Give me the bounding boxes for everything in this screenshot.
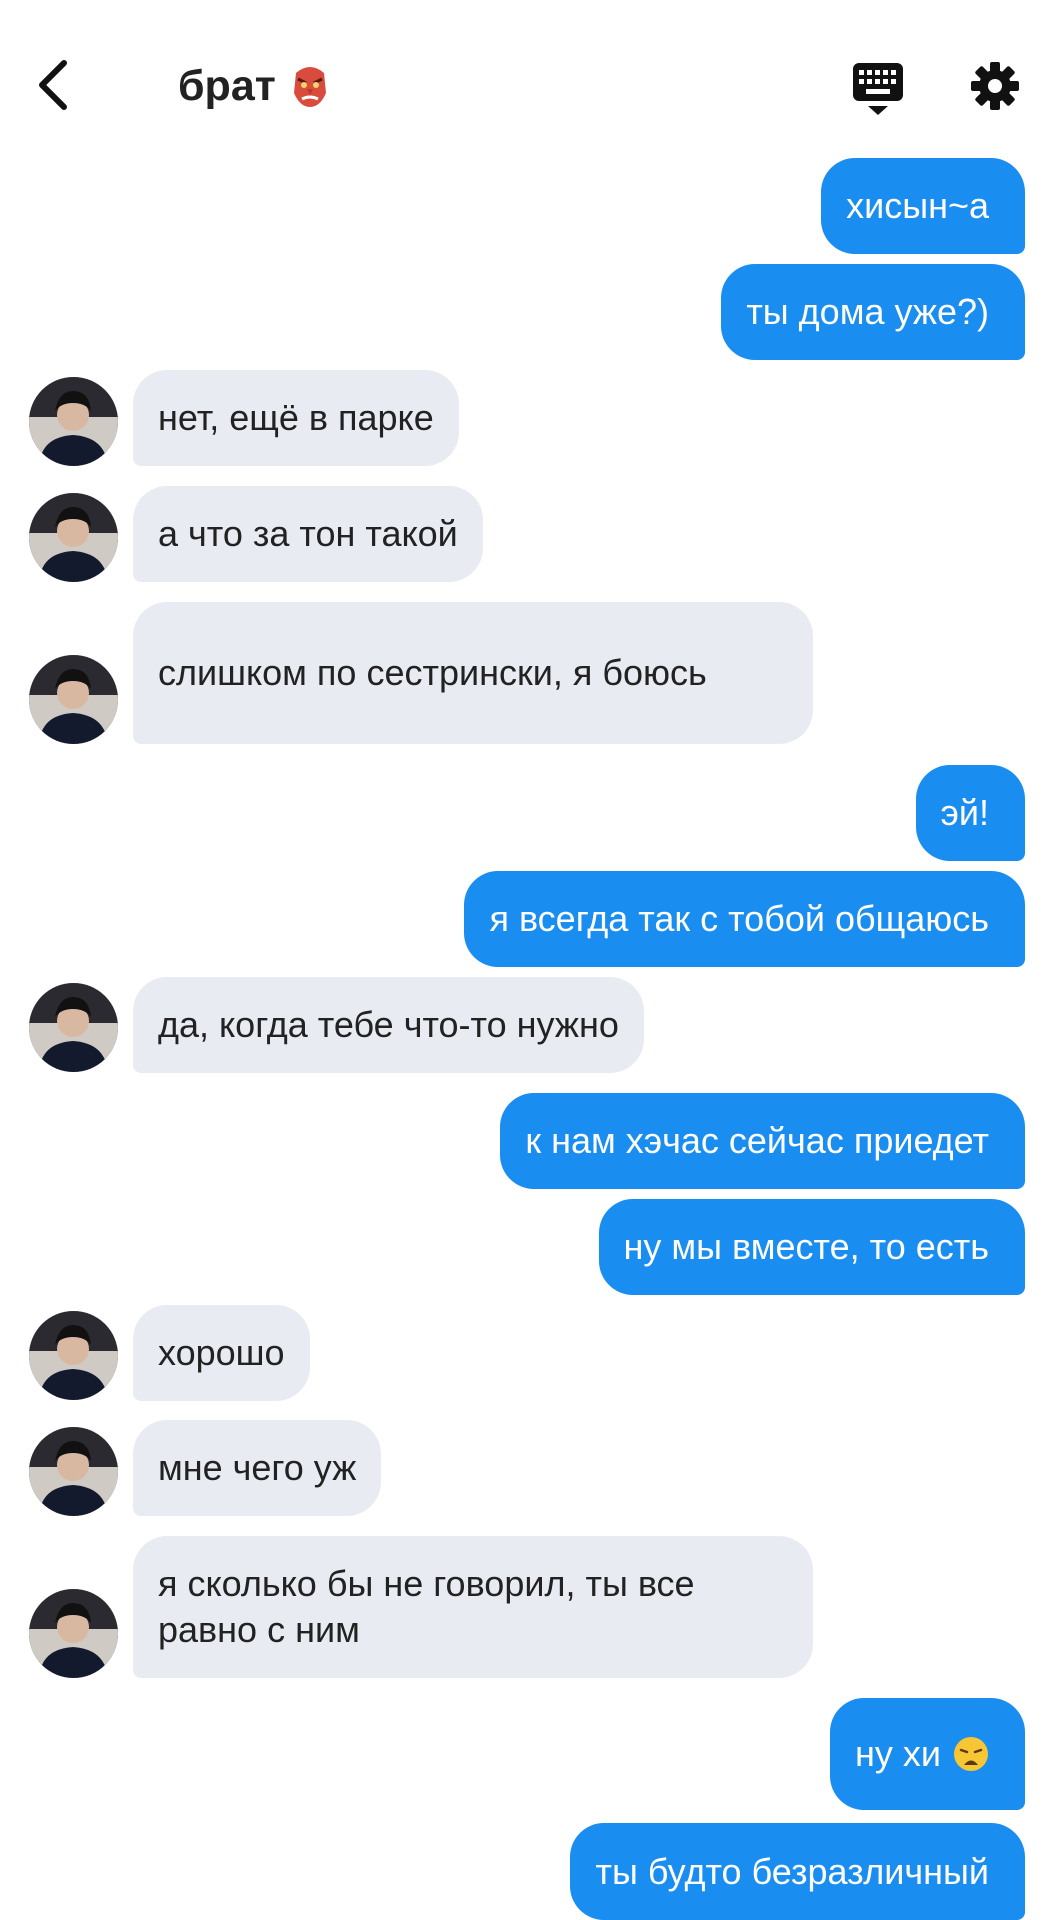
person-photo-icon [29, 377, 118, 466]
person-photo-icon [29, 655, 118, 744]
outgoing-message[interactable]: я всегда так с тобой общаюсь [464, 871, 1025, 967]
avatar[interactable] [29, 655, 118, 744]
outgoing-message[interactable]: ну хи [830, 1698, 1025, 1810]
incoming-message[interactable]: мне чего уж [133, 1420, 382, 1516]
outgoing-message[interactable]: к нам хэчас сейчас приедет [500, 1093, 1025, 1189]
avatar[interactable] [29, 1311, 118, 1400]
avatar[interactable] [29, 983, 118, 1072]
outgoing-message[interactable]: ну мы вместе, то есть [598, 1199, 1025, 1295]
incoming-message[interactable]: хорошо [133, 1305, 310, 1401]
chat-header: брат [0, 0, 1054, 150]
chat-title-group[interactable]: брат [178, 60, 330, 112]
incoming-message[interactable]: нет, ещё в парке [133, 370, 459, 466]
message-text: хорошо [158, 1332, 285, 1373]
keyboard-button[interactable] [852, 62, 904, 116]
message-text: ты будто безразличный [595, 1850, 989, 1892]
message-text: да, когда тебе что-то нужно [158, 1004, 619, 1045]
settings-button[interactable] [970, 61, 1020, 111]
outgoing-message[interactable]: эй! [915, 765, 1025, 861]
message-text: я сколько бы не говорил, ты все равно с … [158, 1563, 695, 1650]
message-text: слишком по сестрински, я боюсь [158, 652, 707, 693]
person-photo-icon [29, 1311, 118, 1400]
person-photo-icon [29, 1589, 118, 1678]
gear-icon [971, 62, 1019, 110]
incoming-message[interactable]: а что за тон такой [133, 486, 483, 582]
message-text: нет, ещё в парке [158, 397, 434, 438]
person-photo-icon [29, 493, 118, 582]
chat-title: брат [178, 61, 276, 110]
message-text: я всегда так с тобой общаюсь [489, 898, 989, 939]
avatar[interactable] [29, 1427, 118, 1516]
message-text: ты дома уже?) [746, 291, 989, 332]
message-text: а что за тон такой [158, 513, 458, 554]
message-text: ну хи [855, 1733, 941, 1774]
avatar[interactable] [29, 493, 118, 582]
message-text: эй! [940, 792, 989, 833]
outgoing-message[interactable]: ты дома уже?) [721, 264, 1025, 360]
incoming-message[interactable]: я сколько бы не говорил, ты все равно с … [133, 1536, 813, 1678]
outgoing-message[interactable]: ты будто безразличный [570, 1823, 1025, 1920]
message-text: хисын~а [846, 185, 989, 226]
incoming-message[interactable]: да, когда тебе что-то нужно [133, 977, 644, 1073]
avatar[interactable] [29, 377, 118, 466]
back-button[interactable] [30, 55, 80, 115]
avatar[interactable] [29, 1589, 118, 1678]
person-photo-icon [29, 1427, 118, 1516]
message-text: к нам хэчас сейчас приедет [525, 1120, 989, 1161]
goblin-mask-icon [290, 63, 330, 109]
message-text: мне чего уж [158, 1447, 357, 1488]
chevron-left-icon [39, 60, 67, 110]
keyboard-icon [853, 63, 903, 115]
message-text: ну мы вместе, то есть [623, 1226, 989, 1267]
person-photo-icon [29, 983, 118, 1072]
outgoing-message[interactable]: хисын~а [821, 158, 1025, 254]
weary-face-icon [953, 1736, 989, 1772]
incoming-message[interactable]: слишком по сестрински, я боюсь [133, 602, 813, 744]
